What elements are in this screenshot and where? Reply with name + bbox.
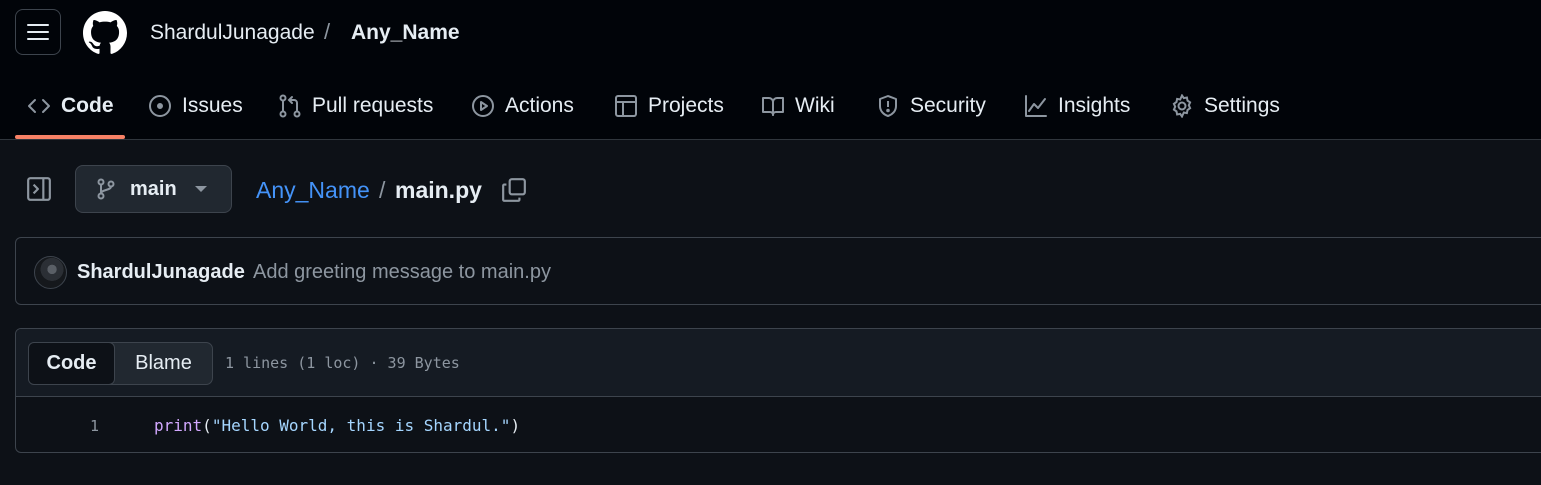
commit-message-link[interactable]: Add greeting message to main.py: [253, 261, 551, 284]
avatar[interactable]: [34, 256, 67, 289]
commit-author-link[interactable]: ShardulJunagade: [77, 261, 245, 284]
caret-down-icon: [194, 186, 207, 192]
tab-issues[interactable]: Issues: [148, 88, 243, 124]
file-path-repo-link[interactable]: Any_Name: [256, 177, 370, 204]
tab-settings-label: Settings: [1204, 94, 1280, 117]
tab-code-label: Code: [61, 94, 114, 117]
code-view-button[interactable]: Code: [28, 342, 115, 385]
side-panel-toggle-icon[interactable]: [26, 176, 52, 202]
file-viewer-header: Code Blame 1 lines (1 loc) · 39 Bytes: [16, 329, 1541, 397]
table-icon: [615, 95, 637, 117]
file-stats: 1 lines (1 loc) · 39 Bytes: [225, 354, 460, 372]
code-token-paren-open: (: [202, 416, 212, 435]
file-viewer: Code Blame 1 lines (1 loc) · 39 Bytes 1 …: [15, 328, 1541, 453]
breadcrumb-owner[interactable]: ShardulJunagade: [150, 21, 315, 45]
tab-projects-label: Projects: [648, 94, 724, 117]
git-branch-icon: [97, 178, 115, 200]
branch-selector-button[interactable]: main: [75, 165, 232, 213]
graph-icon: [1025, 95, 1047, 117]
code-line-text[interactable]: print("Hello World, this is Shardul."): [154, 416, 520, 435]
play-icon: [472, 95, 494, 117]
tab-wiki[interactable]: Wiki: [761, 88, 835, 124]
menu-button[interactable]: [15, 9, 61, 55]
tab-actions-label: Actions: [505, 94, 574, 117]
active-tab-underline: [15, 135, 125, 139]
blame-view-button[interactable]: Blame: [115, 343, 212, 384]
tab-projects[interactable]: Projects: [614, 88, 724, 124]
issue-icon: [149, 95, 171, 117]
view-mode-toggle: Code Blame: [28, 342, 213, 385]
hamburger-icon: [27, 24, 49, 40]
code-icon: [28, 99, 50, 113]
book-icon: [762, 97, 784, 116]
shield-icon: [879, 95, 897, 117]
line-number[interactable]: 1: [90, 417, 99, 435]
tab-security[interactable]: Security: [876, 88, 986, 124]
gear-icon: [1172, 94, 1192, 118]
tab-code[interactable]: Code: [27, 88, 114, 124]
breadcrumb-separator: /: [324, 19, 331, 44]
tab-wiki-label: Wiki: [795, 94, 835, 117]
github-logo-icon[interactable]: [83, 11, 127, 55]
top-header: ShardulJunagade / Any_Name Code Issues P…: [0, 0, 1541, 140]
tab-security-label: Security: [910, 94, 986, 117]
tab-pull-requests-label: Pull requests: [312, 94, 434, 117]
tab-insights[interactable]: Insights: [1024, 88, 1130, 124]
code-token-paren-close: ): [510, 416, 521, 435]
file-path-filename: main.py: [395, 177, 482, 203]
tab-insights-label: Insights: [1058, 94, 1131, 117]
tab-settings[interactable]: Settings: [1170, 88, 1280, 124]
tab-actions[interactable]: Actions: [471, 88, 574, 124]
breadcrumb-repo[interactable]: Any_Name: [351, 21, 460, 45]
pull-request-icon: [279, 94, 301, 118]
file-path-separator: /: [379, 177, 386, 203]
branch-name: main: [130, 177, 177, 200]
code-line: 1 print("Hello World, this is Shardul."): [16, 415, 1541, 439]
code-token-function: print: [154, 416, 203, 435]
copy-path-icon[interactable]: [501, 177, 527, 203]
tab-issues-label: Issues: [182, 94, 243, 117]
code-token-string: "Hello World, this is Shardul.": [211, 416, 511, 435]
tab-pull-requests[interactable]: Pull requests: [278, 88, 433, 124]
